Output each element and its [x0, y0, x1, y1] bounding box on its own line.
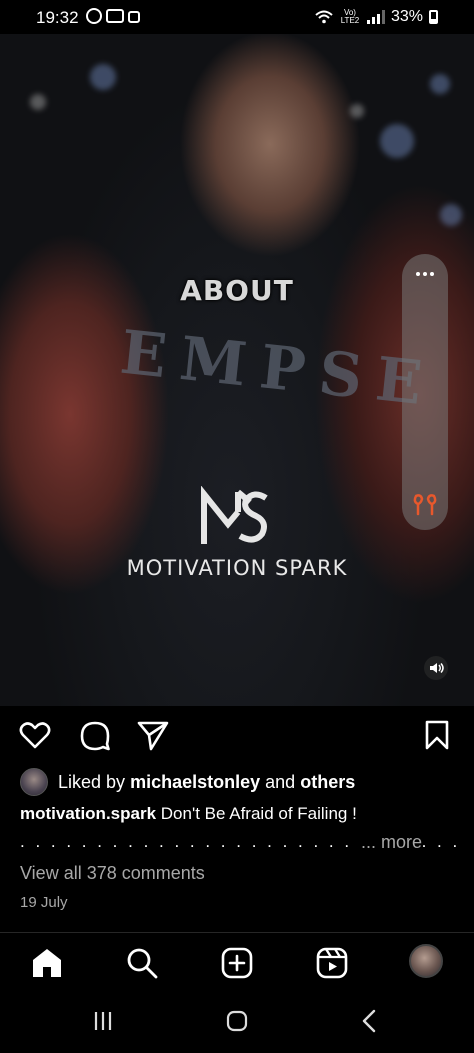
plus-square-icon[interactable] — [219, 945, 255, 981]
caption-text: Don't Be Afraid of Failing ! — [160, 804, 357, 823]
reel-video[interactable]: EMPSE ABOUT MOTIVATION SPARK — [0, 34, 474, 706]
volume-icon[interactable] — [424, 656, 448, 680]
heart-icon[interactable] — [18, 718, 52, 752]
reels-icon[interactable] — [314, 945, 350, 981]
profile-avatar[interactable] — [409, 944, 443, 978]
view-comments-link[interactable]: View all 378 comments — [20, 863, 205, 884]
bottom-navigation — [0, 932, 474, 995]
wifi-icon — [315, 10, 333, 24]
side-panel — [402, 254, 448, 530]
signal-icon — [366, 10, 385, 24]
liked-user-link[interactable]: michaelstonley — [130, 772, 260, 792]
more-options-icon[interactable] — [416, 272, 434, 276]
liked-and: and — [265, 771, 296, 792]
likes-summary: Liked by michaelstonley and others — [20, 768, 355, 796]
post-actions — [0, 718, 474, 758]
search-icon[interactable] — [124, 945, 160, 981]
status-right: Vo) LTE2 33% — [315, 8, 438, 26]
brand-name: MOTIVATION SPARK — [126, 556, 348, 580]
status-time: 19:32 — [36, 8, 79, 27]
home-button-icon[interactable] — [222, 1006, 252, 1036]
motivation-spark-logo-icon — [201, 486, 268, 544]
home-icon[interactable] — [29, 945, 65, 981]
send-icon[interactable] — [136, 718, 170, 752]
post-caption: motivation.spark Don't Be Afraid of Fail… — [20, 804, 460, 824]
shirt-print: EMPSE — [117, 317, 440, 421]
battery-percentage: 33% — [390, 8, 423, 25]
comment-icon[interactable] — [78, 718, 112, 752]
back-icon[interactable] — [355, 1006, 385, 1036]
lock-icon — [128, 11, 140, 23]
bookmark-icon[interactable] — [420, 718, 454, 752]
system-navigation — [0, 994, 474, 1053]
network-label: Vo) LTE2 — [340, 8, 360, 25]
earbuds-icon[interactable] — [412, 492, 438, 518]
more-link[interactable]: ... more — [358, 832, 422, 853]
notification-icons — [86, 8, 140, 24]
notification-app-icon — [106, 9, 124, 23]
battery-icon — [429, 10, 438, 24]
whatsapp-icon — [86, 8, 102, 24]
post-username[interactable]: motivation.spark — [20, 804, 156, 823]
post-date: 19 July — [20, 894, 68, 911]
recent-apps-icon[interactable] — [88, 1006, 118, 1036]
status-bar: 19:32 Vo) LTE2 33% — [0, 0, 474, 34]
liked-prefix: Liked by — [58, 771, 126, 792]
liked-others-link[interactable]: others — [300, 772, 355, 792]
avatar[interactable] — [20, 768, 48, 796]
